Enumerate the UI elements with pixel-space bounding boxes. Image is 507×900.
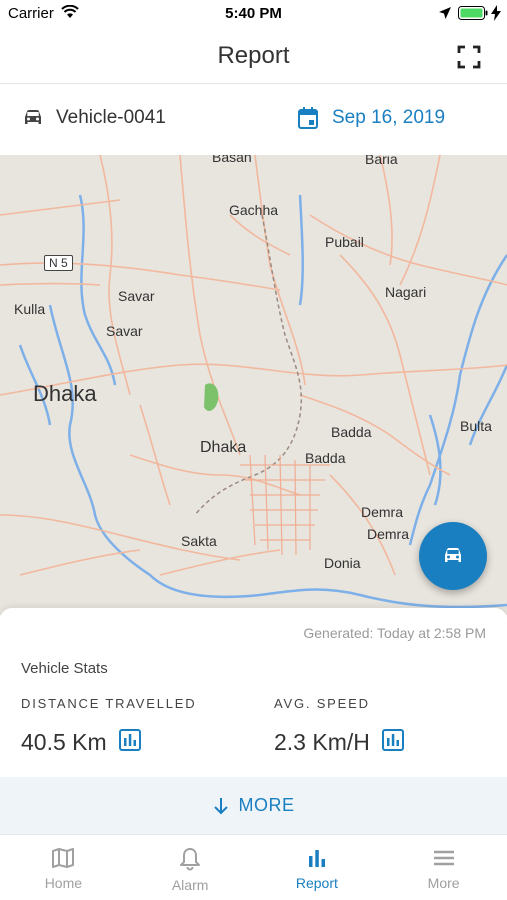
- speed-label: AVG. SPEED: [274, 696, 370, 711]
- tab-home[interactable]: Home: [0, 835, 127, 900]
- distance-label: DISTANCE TRAVELLED: [21, 696, 197, 711]
- car-icon: [445, 548, 461, 562]
- map-label-demra-1: Demra: [361, 504, 404, 520]
- date-selector[interactable]: Sep 16, 2019: [298, 107, 445, 129]
- status-bar: Carrier 5:40 PM: [0, 0, 507, 28]
- speed-stat: AVG. SPEED 2.3 Km/H: [274, 696, 404, 756]
- report-date: Sep 16, 2019: [332, 107, 446, 128]
- map-label-sakta: Sakta: [181, 533, 217, 549]
- car-icon: [25, 110, 41, 124]
- map-icon: [52, 848, 75, 868]
- speed-chart-button[interactable]: [381, 729, 404, 756]
- bar-chart-icon: [118, 729, 141, 751]
- map-label-donia: Donia: [324, 555, 361, 571]
- bar-chart-icon: [308, 850, 325, 867]
- map-label-savar-1: Savar: [118, 288, 155, 304]
- tab-report[interactable]: Report: [254, 835, 381, 900]
- tab-home-label: Home: [44, 875, 83, 891]
- map-label-nagari: Nagari: [385, 284, 427, 300]
- vehicle-locate-button[interactable]: [419, 522, 487, 590]
- speed-value: 2.3 Km/H: [274, 729, 370, 755]
- page-title: Report: [217, 42, 290, 69]
- map-label-savar-2: Savar: [106, 323, 143, 339]
- battery-icon: [458, 6, 488, 25]
- arrow-down-icon: [213, 797, 228, 814]
- section-title: Vehicle Stats: [21, 660, 108, 677]
- map-label-gachha: Gachha: [229, 202, 279, 218]
- report-filter-bar: Vehicle-0041 Sep 16, 2019: [0, 85, 507, 155]
- more-label: MORE: [238, 795, 295, 815]
- tab-more-label: More: [427, 875, 460, 891]
- distance-stat: DISTANCE TRAVELLED 40.5 Km: [21, 696, 196, 756]
- tab-report-label: Report: [295, 875, 338, 891]
- map-label-kulla: Kulla: [14, 301, 46, 317]
- vehicle-name: Vehicle-0041: [56, 107, 166, 128]
- bottom-tab-bar: Home Alarm Report More: [0, 834, 507, 900]
- location-arrow-icon: [438, 6, 452, 25]
- map-label-bulta: Bulta: [460, 418, 492, 434]
- map-label-badda-2: Badda: [305, 450, 346, 466]
- distance-value: 40.5 Km: [21, 729, 107, 755]
- vehicle-selector[interactable]: Vehicle-0041: [22, 107, 166, 129]
- bell-icon: [180, 848, 201, 871]
- map-label-dhaka-big: Dhaka: [33, 381, 97, 406]
- tab-alarm[interactable]: Alarm: [127, 835, 254, 900]
- calendar-icon: [298, 107, 318, 129]
- map-label-demra-2: Demra: [367, 526, 410, 542]
- menu-icon: [433, 850, 454, 866]
- fullscreen-icon: [457, 45, 481, 69]
- app-header: Report: [0, 28, 507, 84]
- more-button[interactable]: MORE: [0, 777, 507, 834]
- clock: 5:40 PM: [225, 5, 282, 22]
- bar-chart-icon: [381, 729, 404, 751]
- generated-timestamp: Generated: Today at 2:58 PM: [303, 625, 486, 641]
- map-label-baria: Baria: [365, 155, 398, 167]
- map-label-badda-1: Badda: [331, 424, 372, 440]
- distance-chart-button[interactable]: [118, 729, 141, 756]
- map-label-n5: N 5: [44, 255, 73, 271]
- map-label-pubail: Pubail: [325, 234, 364, 250]
- map-label-basan: Basan: [212, 155, 252, 165]
- tab-more[interactable]: More: [380, 835, 507, 900]
- stats-panel: Generated: Today at 2:58 PM Vehicle Stat…: [0, 608, 507, 834]
- map-label-dhaka: Dhaka: [200, 439, 247, 456]
- fullscreen-button[interactable]: [456, 44, 482, 70]
- tab-alarm-label: Alarm: [171, 877, 209, 893]
- charging-icon: [491, 5, 501, 26]
